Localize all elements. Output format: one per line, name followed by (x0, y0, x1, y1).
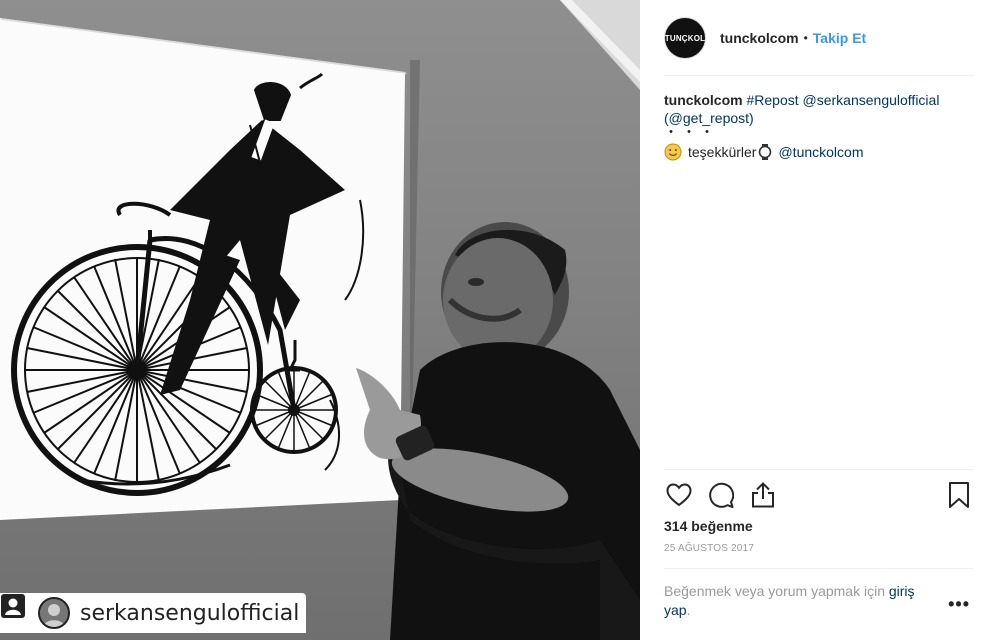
caption-hashtag-link[interactable]: #Repost (746, 92, 798, 108)
comment-icon[interactable] (706, 480, 736, 510)
share-icon[interactable] (748, 480, 778, 510)
caption-mention2-link[interactable]: @tunckolcom (778, 143, 863, 161)
watch-emoji-icon (759, 144, 772, 160)
header-divider (664, 75, 974, 76)
login-prompt-text: Beğenmek veya yorum yapmak için (664, 583, 889, 599)
profile-username-link[interactable]: tunckolcom (720, 30, 799, 46)
profile-avatar[interactable]: TUNÇKOL (664, 17, 706, 59)
post-photo[interactable]: serkansengulofficial (0, 0, 640, 640)
post-header: TUNÇKOL tunckolcom • Takip Et (664, 12, 974, 64)
more-options-button[interactable]: ••• (948, 594, 970, 615)
repost-username: serkansengulofficial (80, 600, 300, 626)
caption-mention-link[interactable]: @serkansengulofficial (803, 92, 940, 108)
heart-icon[interactable] (664, 480, 694, 510)
post-side-panel: TUNÇKOL tunckolcom • Takip Et tunckolcom… (640, 0, 1000, 640)
repost-avatar (38, 597, 70, 629)
login-prompt-end: . (686, 602, 691, 618)
repost-badge: serkansengulofficial (0, 593, 306, 633)
smile-emoji-icon (664, 143, 682, 161)
bookmark-icon[interactable] (944, 480, 974, 510)
caption-dots: ・・・ (664, 124, 718, 140)
likes-count-link[interactable]: 314 beğenme (664, 518, 753, 534)
post-date: 25 AĞUSTOS 2017 (664, 543, 755, 554)
post-caption: tunckolcom #Repost @serkansengulofficial… (664, 91, 964, 161)
repost-icon (1, 594, 32, 627)
follow-button[interactable]: Takip Et (813, 30, 866, 46)
header-separator: • (803, 31, 808, 45)
post-actions (664, 478, 974, 512)
caption-thanks-line: teşekkürler @tunckolcom (664, 143, 964, 161)
comment-divider (664, 568, 974, 569)
caption-username-link[interactable]: tunckolcom (664, 92, 743, 108)
photo-illustration (0, 0, 640, 640)
caption-thanks-text: teşekkürler (688, 144, 757, 160)
actions-divider (664, 469, 974, 470)
login-prompt: Beğenmek veya yorum yapmak için giriş ya… (664, 582, 944, 620)
